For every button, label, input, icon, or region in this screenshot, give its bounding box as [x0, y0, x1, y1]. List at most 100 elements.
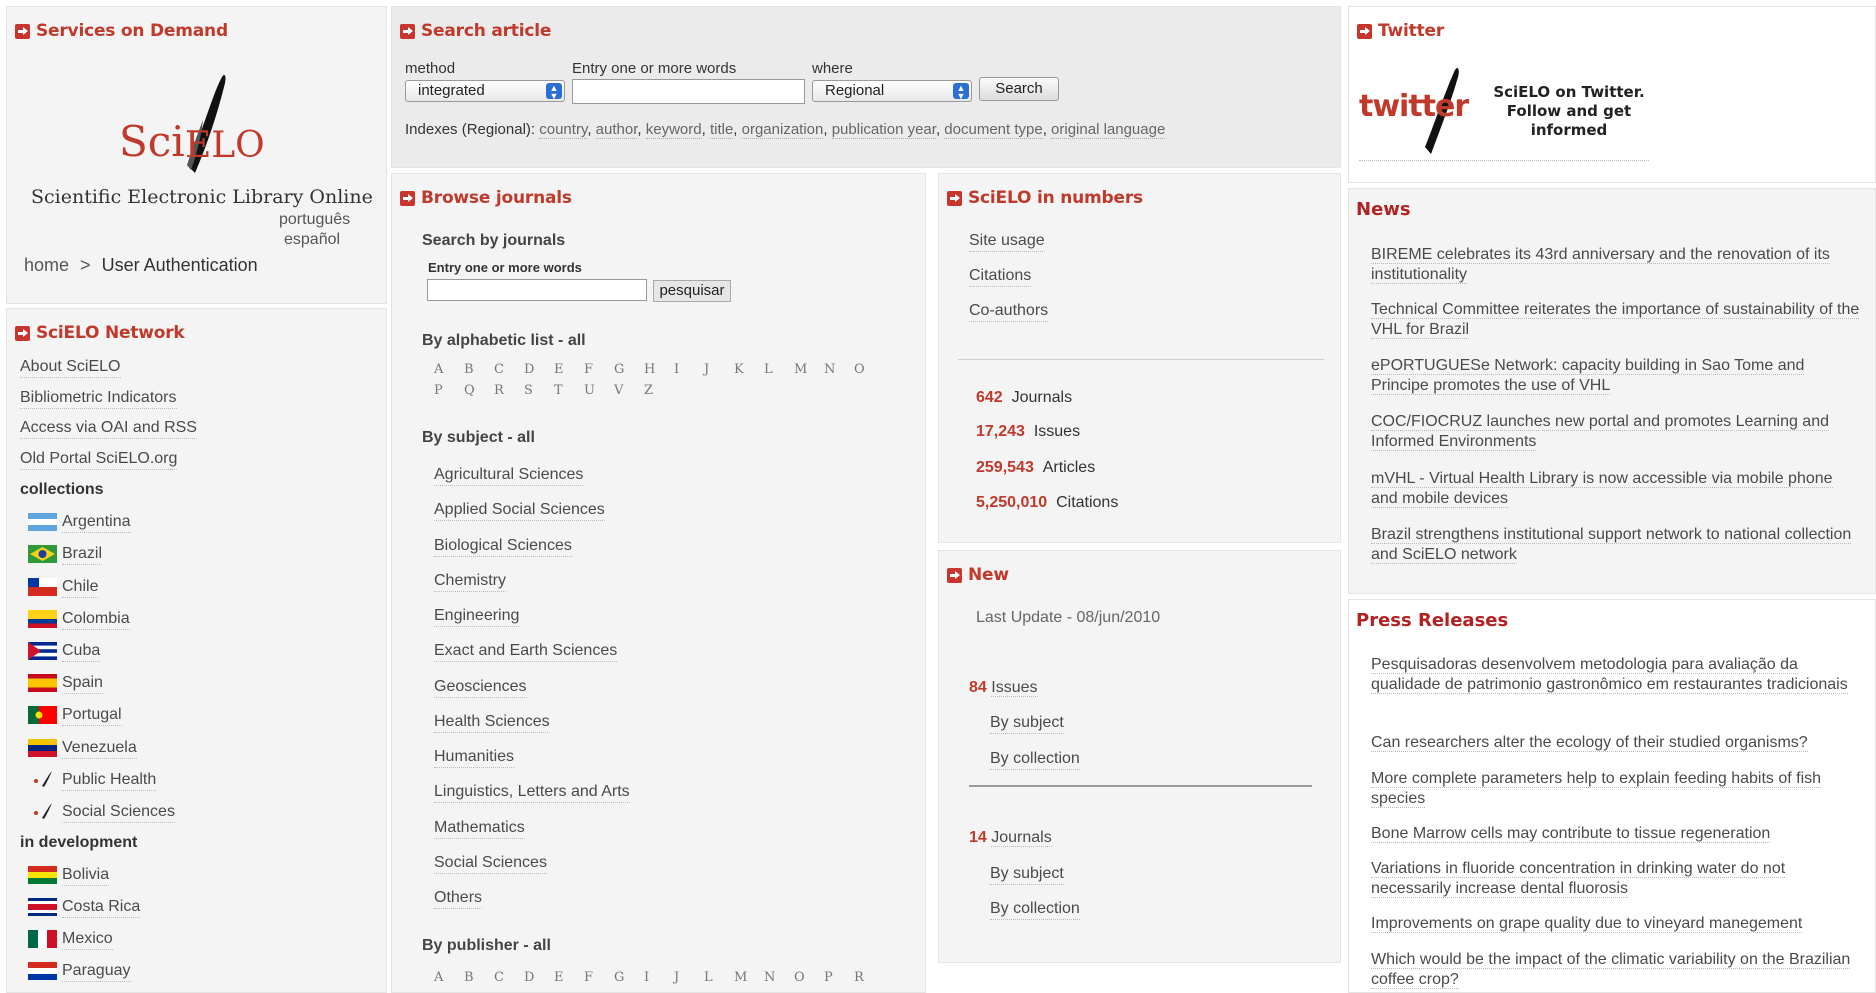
collection-cuba[interactable]: Cuba	[62, 641, 101, 662]
index-keyword[interactable]: keyword	[645, 121, 702, 139]
news-item[interactable]: Technical Committee reiterates the impor…	[1371, 300, 1861, 340]
alpha-letter-link[interactable]: B	[464, 970, 494, 985]
alpha-letter-link[interactable]: P	[824, 970, 854, 985]
alpha-letter-link[interactable]: U	[584, 383, 614, 398]
subject-chemistry[interactable]: Chemistry	[434, 571, 507, 592]
alpha-letter-link[interactable]: F	[584, 970, 614, 985]
alpha-letter-link[interactable]: C	[494, 362, 524, 377]
breadcrumb-home[interactable]: home	[24, 255, 69, 275]
journals-by-collection[interactable]: By collection	[990, 899, 1080, 920]
development-costa-rica[interactable]: Costa Rica	[62, 897, 141, 918]
index-document-type[interactable]: document type	[944, 121, 1043, 139]
collection-argentina[interactable]: Argentina	[62, 512, 131, 533]
news-item[interactable]: ePORTUGUESe Network: capacity building i…	[1371, 356, 1861, 396]
alpha-letter-link[interactable]: K	[734, 362, 764, 377]
where-select[interactable]: Regional ▲ ▼	[812, 80, 972, 102]
development-bolivia[interactable]: Bolivia	[62, 865, 110, 886]
development-mexico[interactable]: Mexico	[62, 929, 113, 950]
alpha-letter-link[interactable]: M	[794, 362, 824, 377]
network-link-oai-rss[interactable]: Access via OAI and RSS	[20, 418, 197, 439]
collection-spain[interactable]: Spain	[62, 673, 103, 694]
subject-health[interactable]: Health Sciences	[434, 712, 550, 733]
network-link-about[interactable]: About SciELO	[20, 357, 121, 378]
site-usage-link[interactable]: Site usage	[969, 231, 1045, 252]
alpha-letter-link[interactable]: B	[464, 362, 494, 377]
pesquisar-button[interactable]: pesquisar	[653, 280, 731, 302]
press-item[interactable]: Can researchers alter the ecology of the…	[1371, 733, 1861, 753]
subject-humanities[interactable]: Humanities	[434, 747, 515, 768]
alpha-letter-link[interactable]: P	[434, 383, 464, 398]
search-button[interactable]: Search	[979, 77, 1059, 101]
lang-spanish-link[interactable]: español	[284, 230, 340, 250]
index-title[interactable]: title	[709, 121, 734, 139]
collection-brazil[interactable]: Brazil	[62, 544, 103, 565]
news-item[interactable]: Brazil strengthens institutional support…	[1371, 525, 1861, 565]
alpha-letter-link[interactable]: J	[704, 362, 734, 377]
alpha-letter-link[interactable]: C	[494, 970, 524, 985]
press-item[interactable]: Improvements on grape quality due to vin…	[1371, 914, 1861, 934]
new-issues-link[interactable]: Issues	[991, 679, 1038, 697]
collection-colombia[interactable]: Colombia	[62, 609, 130, 630]
network-link-bibliometric[interactable]: Bibliometric Indicators	[20, 388, 177, 409]
alpha-letter-link[interactable]: R	[854, 970, 884, 985]
subject-others[interactable]: Others	[434, 888, 483, 909]
index-organization[interactable]: organization	[741, 121, 824, 139]
collection-portugal[interactable]: Portugal	[62, 705, 122, 726]
new-journals-link[interactable]: Journals	[991, 829, 1052, 847]
alpha-letter-link[interactable]: F	[584, 362, 614, 377]
index-country[interactable]: country	[539, 121, 588, 139]
subject-linguistics[interactable]: Linguistics, Letters and Arts	[434, 782, 630, 803]
alpha-letter-link[interactable]: E	[554, 970, 584, 985]
press-item[interactable]: Variations in fluoride concentration in …	[1371, 859, 1861, 899]
subject-engineering[interactable]: Engineering	[434, 606, 520, 627]
alpha-letter-link[interactable]: Z	[644, 383, 674, 398]
alpha-letter-link[interactable]: A	[434, 362, 464, 377]
alpha-letter-link[interactable]: L	[704, 970, 734, 985]
press-item[interactable]: Pesquisadoras desenvolvem metodologia pa…	[1371, 655, 1861, 695]
issues-by-collection[interactable]: By collection	[990, 749, 1080, 770]
alpha-letter-link[interactable]: N	[764, 970, 794, 985]
subject-social[interactable]: Social Sciences	[434, 853, 547, 874]
collection-chile[interactable]: Chile	[62, 577, 99, 598]
subject-geosciences[interactable]: Geosciences	[434, 677, 527, 698]
collection-social-sciences[interactable]: Social Sciences	[62, 802, 175, 823]
news-item[interactable]: mVHL - Virtual Health Library is now acc…	[1371, 469, 1861, 509]
index-author[interactable]: author	[595, 121, 638, 139]
alpha-letter-link[interactable]: O	[794, 970, 824, 985]
alpha-letter-link[interactable]: O	[854, 362, 884, 377]
subject-biological[interactable]: Biological Sciences	[434, 536, 572, 557]
collection-public-health[interactable]: Public Health	[62, 770, 157, 791]
network-link-old-portal[interactable]: Old Portal SciELO.org	[20, 449, 178, 470]
alpha-letter-link[interactable]: D	[524, 362, 554, 377]
lang-portuguese-link[interactable]: português	[279, 210, 350, 230]
method-select[interactable]: integrated ▲ ▼	[405, 80, 565, 102]
alpha-letter-link[interactable]: I	[644, 970, 674, 985]
scielo-logo[interactable]: Sci ELO	[107, 65, 267, 185]
twitter-logo[interactable]: twitter	[1359, 62, 1489, 157]
alpha-letter-link[interactable]: J	[674, 970, 704, 985]
index-publication-year[interactable]: publication year	[831, 121, 936, 139]
alpha-letter-link[interactable]: D	[524, 970, 554, 985]
alpha-letter-link[interactable]: V	[614, 383, 644, 398]
development-paraguay[interactable]: Paraguay	[62, 961, 131, 982]
subject-agricultural[interactable]: Agricultural Sciences	[434, 465, 584, 486]
alpha-letter-link[interactable]: M	[734, 970, 764, 985]
alpha-letter-link[interactable]: R	[494, 383, 524, 398]
alpha-letter-link[interactable]: G	[614, 970, 644, 985]
subject-applied-social[interactable]: Applied Social Sciences	[434, 500, 605, 521]
citations-link[interactable]: Citations	[969, 266, 1032, 287]
journal-search-input[interactable]	[427, 279, 647, 301]
index-original-language[interactable]: original language	[1051, 121, 1166, 139]
search-words-input[interactable]	[572, 79, 805, 104]
alpha-letter-link[interactable]: S	[524, 383, 554, 398]
press-item[interactable]: Which would be the impact of the climati…	[1371, 950, 1861, 990]
alpha-letter-link[interactable]: N	[824, 362, 854, 377]
press-item[interactable]: Bone Marrow cells may contribute to tiss…	[1371, 824, 1861, 844]
alpha-letter-link[interactable]: I	[674, 362, 704, 377]
alpha-letter-link[interactable]: E	[554, 362, 584, 377]
collection-venezuela[interactable]: Venezuela	[62, 738, 137, 759]
alpha-letter-link[interactable]: L	[764, 362, 794, 377]
news-item[interactable]: COC/FIOCRUZ launches new portal and prom…	[1371, 412, 1861, 452]
alpha-letter-link[interactable]: Q	[464, 383, 494, 398]
subject-mathematics[interactable]: Mathematics	[434, 818, 525, 839]
